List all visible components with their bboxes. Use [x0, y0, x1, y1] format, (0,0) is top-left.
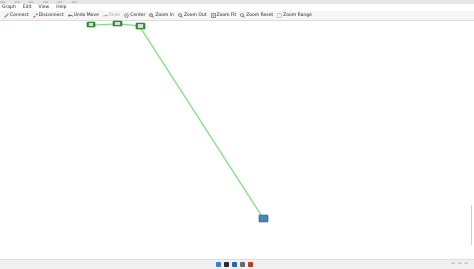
zoom-reset-icon: 1 — [240, 13, 245, 18]
tray-item[interactable]: xx — [458, 261, 462, 265]
search-icon[interactable] — [224, 262, 229, 267]
disconnect-icon — [32, 13, 38, 18]
center-icon — [124, 13, 129, 18]
disconnect-label: Disconnect — [38, 13, 64, 18]
zoom-range-icon — [277, 13, 282, 18]
redo-button[interactable]: Redo — [103, 13, 120, 18]
windows-start-icon[interactable] — [216, 262, 221, 267]
top-status-text: xxx — [57, 0, 63, 4]
top-status-text: xxx — [0, 0, 6, 4]
zoom-reset-label: Zoom Reset — [246, 13, 274, 18]
graph-node[interactable] — [86, 21, 96, 28]
redo-label: Redo — [108, 13, 121, 18]
redo-icon — [103, 14, 108, 17]
disconnect-button[interactable]: Disconnect — [32, 13, 64, 18]
tray-item[interactable]: xx — [464, 261, 468, 265]
undo-move-button[interactable]: Undo Move — [67, 13, 99, 18]
top-status-text: xxx — [28, 0, 34, 4]
zoom-fit-button[interactable]: Zoom Fit — [210, 13, 237, 18]
graph-edge[interactable] — [92, 23, 117, 26]
vertical-scrollbar[interactable] — [471, 205, 472, 245]
center-button[interactable]: Center — [124, 13, 145, 18]
connect-label: Connect — [10, 13, 29, 18]
zoom-fit-icon — [210, 13, 216, 18]
top-status-bar: xxx xxx xxx xxx xxx xxx — [0, 0, 474, 4]
center-label: Center — [130, 13, 146, 18]
zoom-out-icon — [178, 13, 183, 18]
undo-icon — [67, 14, 73, 17]
undo-move-label: Undo Move — [73, 13, 99, 18]
connect-icon — [4, 13, 9, 18]
tray-item[interactable]: xx — [451, 261, 455, 265]
system-tray: xx xx xx — [451, 261, 468, 265]
graph-edge[interactable] — [139, 26, 264, 219]
zoom-range-label: Zoom Range — [283, 13, 312, 18]
top-status-text: xxx — [14, 0, 20, 4]
zoom-out-label: Zoom Out — [183, 13, 207, 18]
top-status-text: xxx — [42, 0, 49, 4]
app-icon[interactable] — [248, 262, 253, 267]
zoom-range-button[interactable]: Zoom Range — [277, 13, 312, 18]
zoom-in-button[interactable]: Zoom In — [149, 13, 174, 18]
zoom-reset-button[interactable]: 1 Zoom Reset — [240, 13, 273, 18]
app-icon[interactable] — [240, 262, 245, 267]
graph-node-selected[interactable] — [258, 214, 269, 223]
graph-node[interactable] — [135, 22, 146, 30]
zoom-out-button[interactable]: Zoom Out — [178, 13, 207, 18]
graph-canvas[interactable] — [0, 20, 474, 259]
zoom-in-label: Zoom In — [155, 13, 174, 18]
app-icon[interactable] — [232, 262, 237, 267]
graph-node[interactable] — [112, 20, 123, 27]
zoom-fit-label: Zoom Fit — [216, 13, 237, 18]
connect-button[interactable]: Connect — [4, 13, 29, 18]
zoom-in-icon — [149, 13, 155, 18]
top-status-text: xxx — [71, 0, 77, 4]
